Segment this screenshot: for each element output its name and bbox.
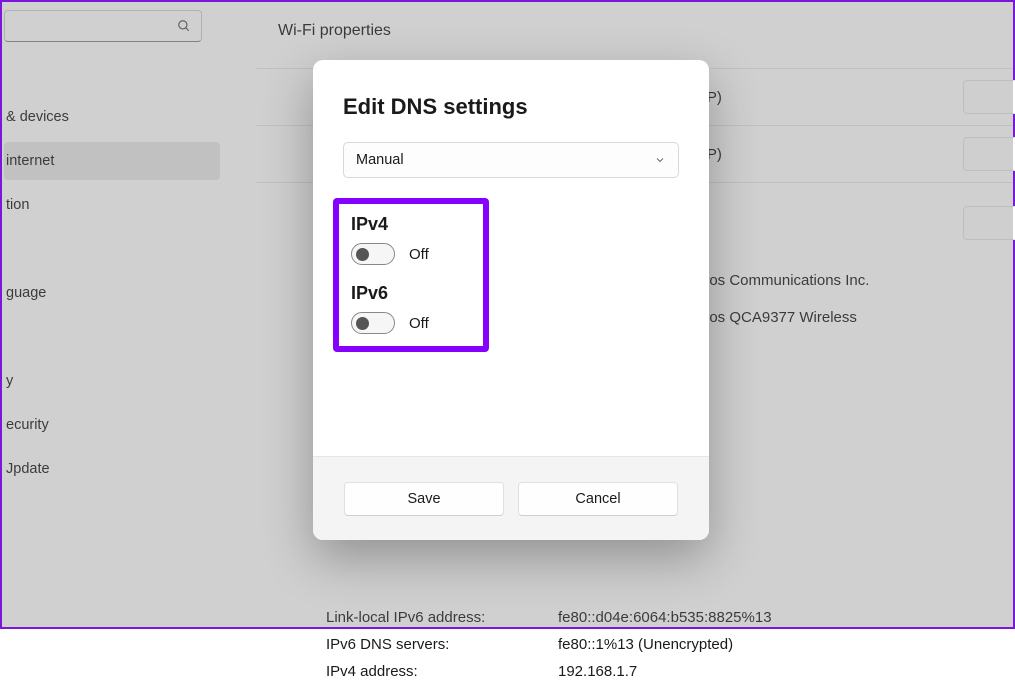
detail-value: fe80::d04e:6064:b535:8825%13 <box>558 609 772 626</box>
ipv4-label: IPv4 <box>351 214 469 235</box>
chevron-down-icon <box>654 154 666 166</box>
property-text: eros Communications Inc. <box>696 272 1013 289</box>
detail-row: IPv6 DNS servers: fe80::1%13 (Unencrypte… <box>326 636 1013 653</box>
detail-label: IPv6 DNS servers: <box>326 636 558 653</box>
sidebar-item-security[interactable]: ecurity <box>4 406 220 444</box>
property-text: eros QCA9377 Wireless er <box>696 309 1013 429</box>
dialog-footer: Save Cancel <box>313 456 709 540</box>
sidebar-item-gaming[interactable] <box>4 318 220 356</box>
sidebar-item-accessibility[interactable]: y <box>4 362 220 400</box>
dialog-title: Edit DNS settings <box>343 94 679 120</box>
save-button[interactable]: Save <box>344 482 504 516</box>
sidebar-item-personalization[interactable]: tion <box>4 186 220 224</box>
ipv6-state: Off <box>409 315 429 332</box>
select-value: Manual <box>356 152 404 168</box>
details: Link-local IPv6 address: fe80::d04e:6064… <box>256 609 1013 680</box>
edit-button[interactable] <box>963 137 1015 171</box>
detail-label: Link-local IPv6 address: <box>326 609 558 626</box>
detail-value: fe80::1%13 (Unencrypted) <box>558 636 733 653</box>
edit-button[interactable] <box>963 80 1015 114</box>
search-input[interactable] <box>4 10 202 42</box>
detail-row: IPv4 address: 192.168.1.7 <box>326 663 1013 680</box>
edit-dns-dialog: Edit DNS settings Manual IPv4 Off IPv6 O… <box>313 60 709 540</box>
sidebar-item-internet[interactable]: internet <box>4 142 220 180</box>
sidebar-item-update[interactable]: Jpdate <box>4 450 220 488</box>
detail-label: IPv4 address: <box>326 663 558 680</box>
nav: & devices internet tion guage y ecurity … <box>2 98 224 488</box>
ipv4-state: Off <box>409 246 429 263</box>
sidebar-item-devices[interactable]: & devices <box>4 98 220 136</box>
copy-button[interactable] <box>963 206 1015 240</box>
ipv6-toggle[interactable] <box>351 312 395 334</box>
search-icon <box>177 19 191 33</box>
ipv4-toggle[interactable] <box>351 243 395 265</box>
dns-mode-select[interactable]: Manual <box>343 142 679 178</box>
detail-value: 192.168.1.7 <box>558 663 637 680</box>
page-title: Wi-Fi properties <box>278 22 1013 40</box>
sidebar: & devices internet tion guage y ecurity … <box>2 2 224 627</box>
ipv6-label: IPv6 <box>351 283 469 304</box>
property-text: eros QCA9377 Wireless <box>696 309 857 326</box>
sidebar-item-language[interactable]: guage <box>4 274 220 312</box>
cancel-button[interactable]: Cancel <box>518 482 678 516</box>
detail-row: Link-local IPv6 address: fe80::d04e:6064… <box>326 609 1013 626</box>
highlight-box: IPv4 Off IPv6 Off <box>333 198 489 352</box>
sidebar-item-apps[interactable] <box>4 230 220 268</box>
